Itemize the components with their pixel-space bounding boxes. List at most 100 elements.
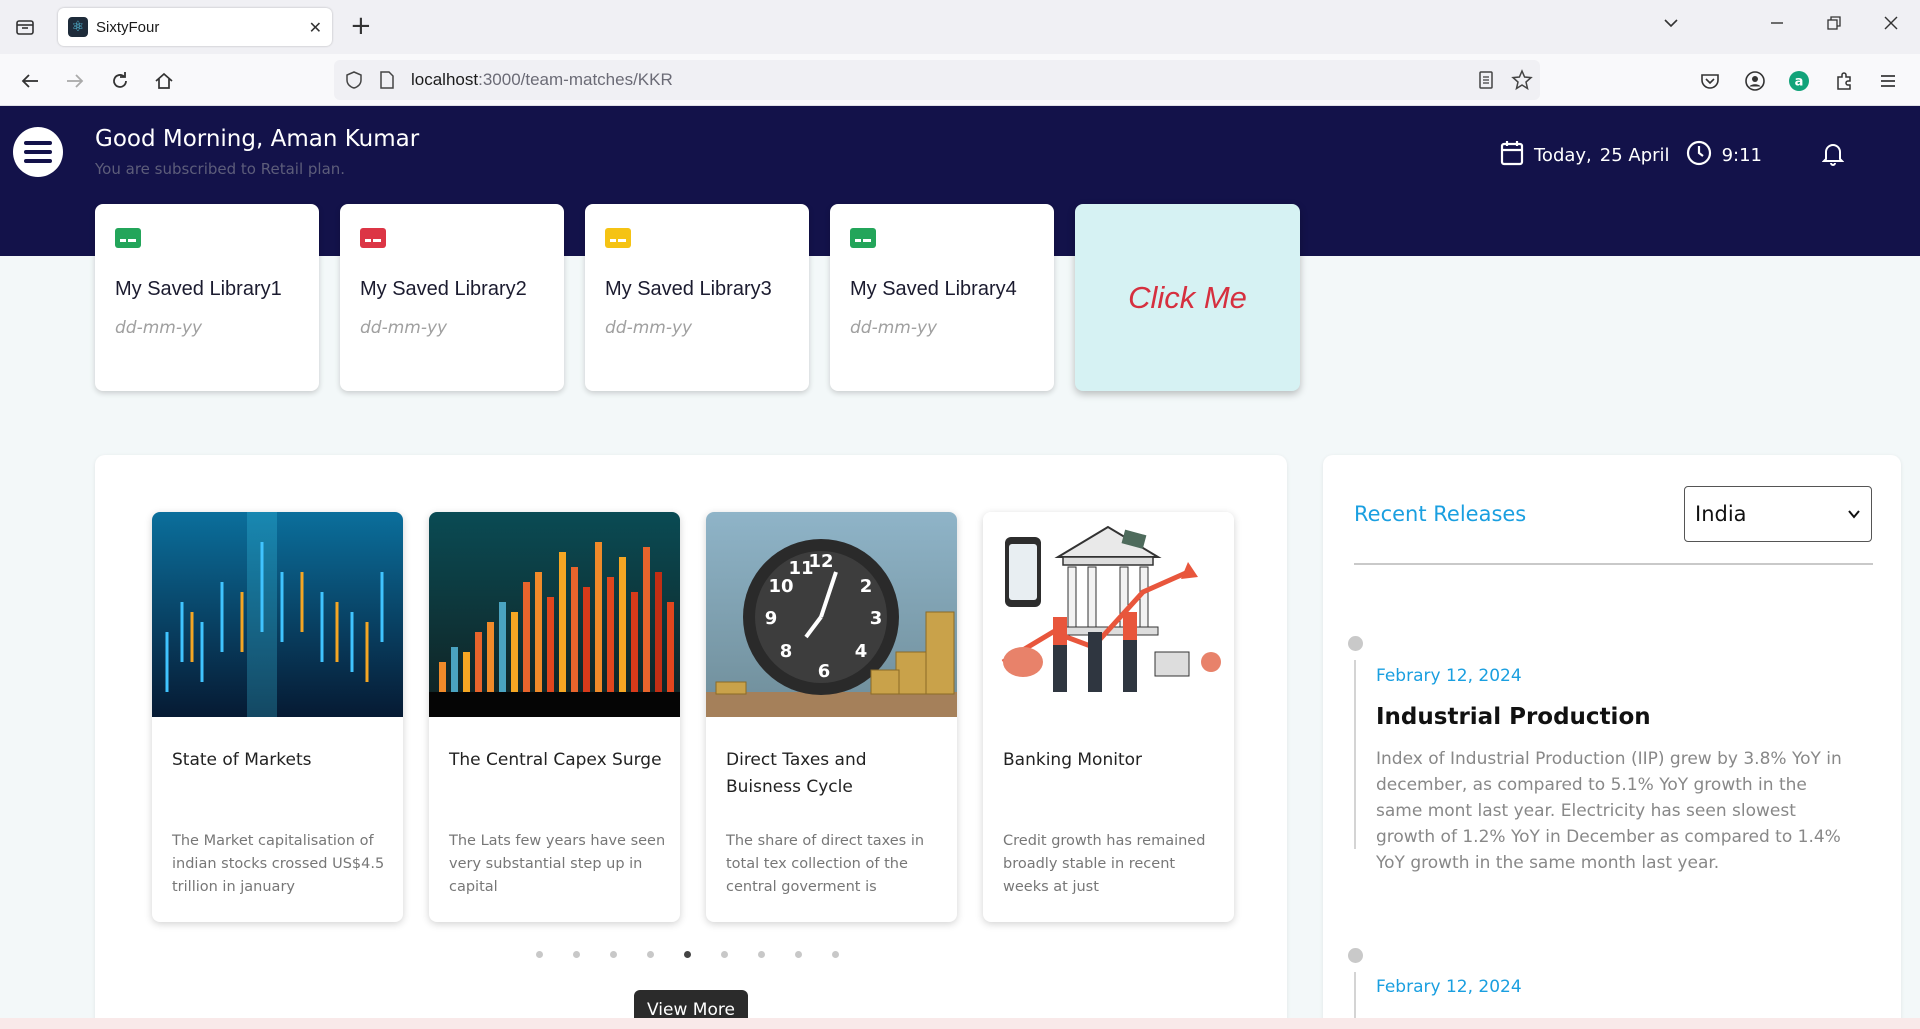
release-description: Index of Industrial Production (IIP) gre… bbox=[1376, 749, 1842, 873]
library-card[interactable]: My Saved Library1 dd-mm-yy bbox=[95, 204, 319, 391]
report-title: State of Markets bbox=[172, 750, 312, 770]
chevron-down-icon bbox=[1847, 502, 1861, 526]
back-icon[interactable] bbox=[17, 68, 43, 94]
reload-icon[interactable] bbox=[107, 68, 133, 94]
svg-text:2: 2 bbox=[860, 576, 873, 597]
report-title: The Central Capex Surge bbox=[449, 750, 662, 770]
market-chart-image bbox=[152, 512, 403, 717]
click-me-label: Click Me bbox=[1128, 279, 1247, 315]
svg-text:8: 8 bbox=[780, 641, 793, 662]
page-bottom-strip bbox=[0, 1018, 1920, 1029]
reports-panel: State of Markets The Market capitalisati… bbox=[95, 455, 1287, 1029]
reader-mode-icon[interactable] bbox=[1477, 70, 1495, 94]
extensions-icon[interactable] bbox=[1831, 68, 1857, 94]
tab-list-icon[interactable] bbox=[14, 16, 36, 38]
library-title: My Saved Library1 bbox=[115, 278, 282, 300]
report-description: Credit growth has remained broadly stabl… bbox=[1003, 833, 1206, 895]
library-date: dd-mm-yy bbox=[850, 318, 938, 338]
svg-text:a: a bbox=[1795, 75, 1804, 90]
clock-coins-image: 12 2 3 468 9 10 11 bbox=[706, 512, 957, 717]
library-title: My Saved Library4 bbox=[850, 278, 1017, 300]
capex-chart-image bbox=[429, 512, 680, 717]
report-description: The Lats few years have seen very substa… bbox=[449, 833, 666, 895]
card-icon bbox=[850, 228, 876, 248]
page-icon bbox=[378, 70, 396, 94]
library-date: dd-mm-yy bbox=[360, 318, 448, 338]
carousel-dot[interactable] bbox=[795, 951, 802, 958]
card-icon bbox=[115, 228, 141, 248]
click-me-button[interactable]: Click Me bbox=[1075, 204, 1300, 391]
time-value: 9:11 bbox=[1721, 145, 1762, 166]
svg-text:10: 10 bbox=[768, 576, 793, 597]
bell-icon[interactable] bbox=[1821, 142, 1845, 170]
carousel-dot[interactable] bbox=[610, 951, 617, 958]
clock-icon bbox=[1686, 140, 1712, 171]
report-title: Direct Taxes and Buisness Cycle bbox=[726, 750, 867, 797]
release-date: Febrary 12, 2024 bbox=[1376, 666, 1522, 686]
bank-illustration-image bbox=[983, 512, 1234, 717]
library-card[interactable]: My Saved Library2 dd-mm-yy bbox=[340, 204, 564, 391]
release-date: Febrary 12, 2024 bbox=[1376, 977, 1522, 997]
window-close-icon[interactable] bbox=[1882, 12, 1900, 38]
pocket-icon[interactable] bbox=[1697, 68, 1723, 94]
url-text[interactable]: localhost:3000/team-matches/KKR bbox=[411, 70, 673, 90]
browser-tab-bar: ⚛ SixtyFour ✕ + bbox=[0, 0, 1920, 54]
svg-text:9: 9 bbox=[765, 608, 778, 629]
minimize-icon[interactable] bbox=[1768, 12, 1786, 38]
carousel-dot[interactable] bbox=[536, 951, 543, 958]
forward-icon[interactable] bbox=[62, 68, 88, 94]
extension-a-icon[interactable]: a bbox=[1786, 68, 1812, 94]
home-icon[interactable] bbox=[151, 68, 177, 94]
address-bar[interactable]: localhost:3000/team-matches/KKR bbox=[334, 60, 1540, 100]
bookmark-star-icon[interactable] bbox=[1511, 69, 1533, 95]
hamburger-menu-icon[interactable] bbox=[1875, 68, 1901, 94]
report-title: Banking Monitor bbox=[1003, 750, 1143, 770]
library-card[interactable]: My Saved Library4 dd-mm-yy bbox=[830, 204, 1054, 391]
restore-icon[interactable] bbox=[1825, 12, 1843, 38]
carousel-dot[interactable] bbox=[573, 951, 580, 958]
carousel-dots bbox=[536, 951, 839, 958]
subscription-text: You are subscribed to Retail plan. bbox=[95, 160, 346, 178]
new-tab-icon[interactable]: + bbox=[350, 12, 372, 40]
svg-text:6: 6 bbox=[818, 661, 831, 682]
timeline-line bbox=[1354, 660, 1356, 849]
library-card[interactable]: My Saved Library3 dd-mm-yy bbox=[585, 204, 809, 391]
carousel-dot[interactable] bbox=[832, 951, 839, 958]
country-select[interactable]: India bbox=[1684, 486, 1872, 542]
chevron-down-icon[interactable] bbox=[1662, 12, 1680, 38]
close-icon[interactable]: ✕ bbox=[309, 18, 322, 37]
calendar-icon bbox=[1500, 140, 1524, 171]
date-label: Today, bbox=[1534, 145, 1592, 166]
carousel-dot[interactable] bbox=[721, 951, 728, 958]
svg-text:4: 4 bbox=[855, 641, 868, 662]
library-title: My Saved Library2 bbox=[360, 278, 527, 300]
shield-icon[interactable] bbox=[344, 70, 364, 94]
menu-button[interactable] bbox=[13, 127, 63, 177]
react-icon: ⚛ bbox=[68, 17, 88, 37]
carousel-dot[interactable] bbox=[647, 951, 654, 958]
recent-releases-panel: Recent Releases India Febrary 12, 2024 I… bbox=[1323, 455, 1901, 1029]
report-card[interactable]: Banking Monitor Credit growth has remain… bbox=[983, 512, 1234, 922]
browser-tab[interactable]: ⚛ SixtyFour ✕ bbox=[58, 8, 332, 46]
library-date: dd-mm-yy bbox=[115, 318, 203, 338]
report-card[interactable]: The Central Capex Surge The Lats few yea… bbox=[429, 512, 680, 922]
timeline-dot bbox=[1348, 948, 1363, 963]
divider bbox=[1354, 563, 1873, 565]
account-icon[interactable] bbox=[1742, 68, 1768, 94]
date-value: 25 April bbox=[1599, 145, 1670, 166]
report-card[interactable]: 12 2 3 468 9 10 11 Direct Taxes and Buisness… bbox=[706, 512, 957, 922]
country-selected-value: India bbox=[1695, 502, 1747, 526]
timeline-dot bbox=[1348, 636, 1363, 651]
date-time: Today, 25 April 9:11 bbox=[1500, 140, 1762, 171]
tab-title: SixtyFour bbox=[96, 18, 160, 36]
carousel-dot-active[interactable] bbox=[684, 951, 691, 958]
svg-text:11: 11 bbox=[788, 558, 813, 579]
browser-nav-bar: localhost:3000/team-matches/KKR a bbox=[0, 54, 1920, 106]
release-title[interactable]: Industrial Production bbox=[1376, 704, 1651, 730]
report-description: The Market capitalisation of indian stoc… bbox=[172, 833, 385, 895]
releases-title: Recent Releases bbox=[1354, 502, 1527, 526]
library-title: My Saved Library3 bbox=[605, 278, 772, 300]
carousel-dot[interactable] bbox=[758, 951, 765, 958]
report-card[interactable]: State of Markets The Market capitalisati… bbox=[152, 512, 403, 922]
card-icon bbox=[360, 228, 386, 248]
